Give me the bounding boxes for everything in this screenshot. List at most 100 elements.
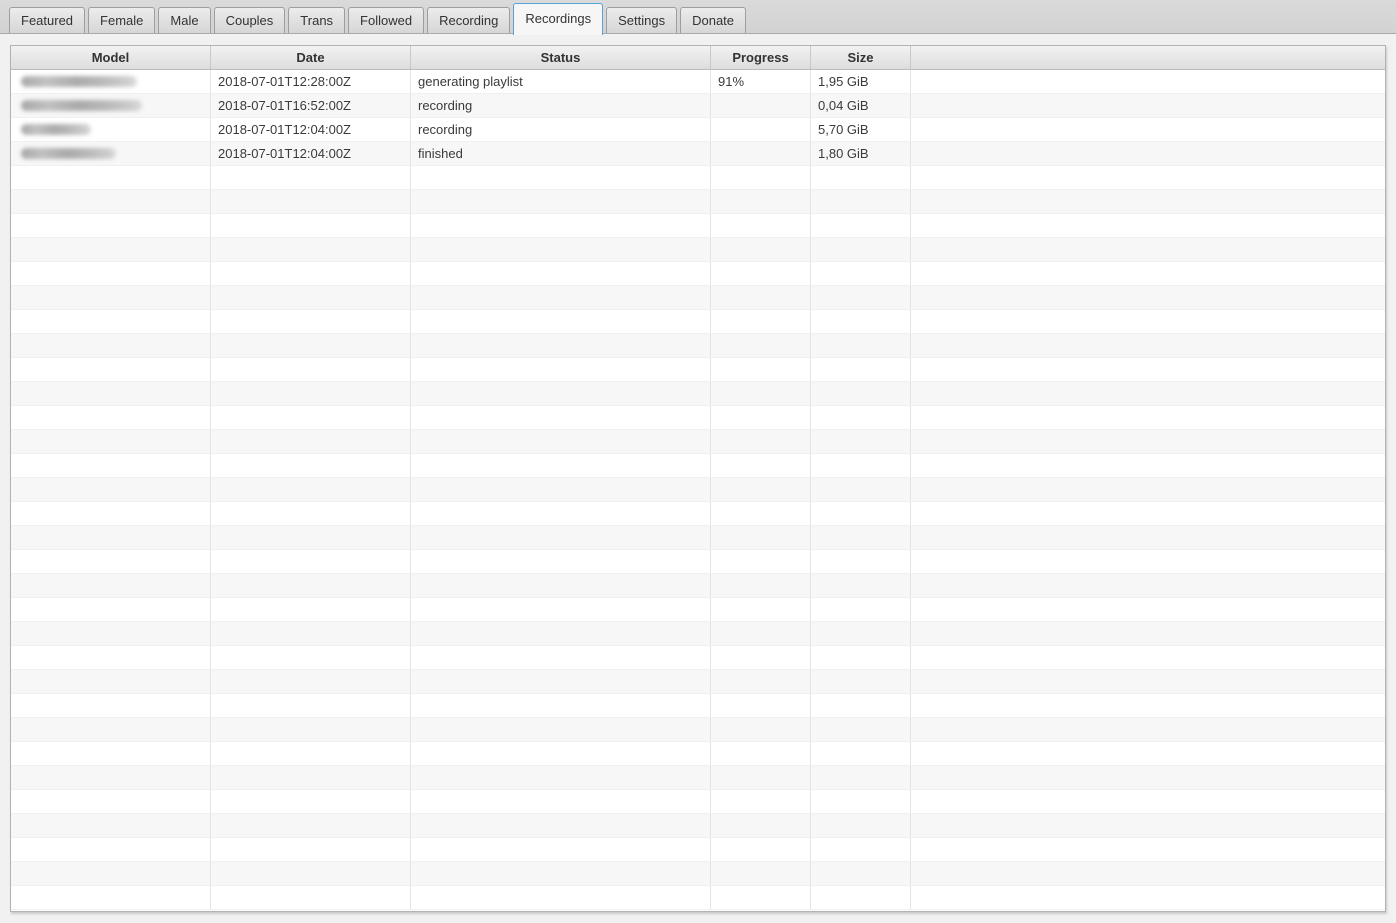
cell-model: [11, 454, 211, 477]
header-cell-date[interactable]: Date: [211, 46, 411, 69]
cell-status[interactable]: recording: [411, 94, 711, 117]
table-header-row: Model Date Status Progress Size: [11, 46, 1385, 70]
cell-status[interactable]: finished: [411, 142, 711, 165]
cell-size: [811, 358, 911, 381]
cell-size: [811, 670, 911, 693]
header-cell-model[interactable]: Model: [11, 46, 211, 69]
tab-settings[interactable]: Settings: [606, 7, 678, 33]
tab-couples[interactable]: Couples: [213, 7, 286, 33]
cell-model[interactable]: [11, 142, 211, 165]
cell-progress: [711, 526, 811, 549]
cell-size[interactable]: 5,70 GiB: [811, 118, 911, 141]
tab-featured[interactable]: Featured: [9, 7, 86, 33]
cell-date: [211, 838, 411, 861]
cell-size: [811, 478, 911, 501]
cell-status: [411, 310, 711, 333]
tab-trans[interactable]: Trans: [288, 7, 346, 33]
cell-model: [11, 382, 211, 405]
model-name-redacted: [21, 76, 137, 87]
cell-status: [411, 238, 711, 261]
table-row-empty: [11, 262, 1385, 286]
cell-date: [211, 454, 411, 477]
cell-status[interactable]: recording: [411, 118, 711, 141]
cell-size: [811, 862, 911, 885]
cell-date: [211, 670, 411, 693]
cell-filler: [911, 646, 1385, 669]
table-row[interactable]: 2018-07-01T12:04:00Z recording 5,70 GiB: [11, 118, 1385, 142]
cell-status: [411, 574, 711, 597]
cell-size: [811, 382, 911, 405]
cell-date: [211, 742, 411, 765]
tab-male[interactable]: Male: [158, 7, 211, 33]
cell-status: [411, 862, 711, 885]
header-cell-filler: [911, 46, 1385, 69]
header-cell-size[interactable]: Size: [811, 46, 911, 69]
cell-progress[interactable]: 91%: [711, 70, 811, 93]
cell-progress: [711, 454, 811, 477]
tab-recording[interactable]: Recording: [427, 7, 511, 33]
cell-date: [211, 574, 411, 597]
cell-model: [11, 790, 211, 813]
cell-model[interactable]: [11, 70, 211, 93]
cell-model[interactable]: [11, 94, 211, 117]
cell-date: [211, 550, 411, 573]
cell-date: [211, 262, 411, 285]
cell-size[interactable]: 1,95 GiB: [811, 70, 911, 93]
cell-model: [11, 286, 211, 309]
cell-filler: [911, 382, 1385, 405]
cell-status: [411, 694, 711, 717]
cell-date[interactable]: 2018-07-01T12:04:00Z: [211, 142, 411, 165]
cell-date: [211, 238, 411, 261]
cell-filler: [911, 166, 1385, 189]
cell-status[interactable]: generating playlist: [411, 70, 711, 93]
cell-filler: [911, 838, 1385, 861]
cell-filler: [911, 334, 1385, 357]
cell-progress: [711, 742, 811, 765]
cell-date[interactable]: 2018-07-01T16:52:00Z: [211, 94, 411, 117]
table-row[interactable]: 2018-07-01T12:28:00Z generating playlist 9…: [11, 70, 1385, 94]
cell-model: [11, 238, 211, 261]
cell-size: [811, 334, 911, 357]
cell-size[interactable]: 0,04 GiB: [811, 94, 911, 117]
cell-model[interactable]: [11, 118, 211, 141]
tab-female[interactable]: Female: [88, 7, 156, 33]
cell-filler: [911, 574, 1385, 597]
tab-recordings[interactable]: Recordings: [513, 3, 604, 35]
cell-date: [211, 622, 411, 645]
cell-status: [411, 718, 711, 741]
header-cell-progress[interactable]: Progress: [711, 46, 811, 69]
cell-date: [211, 214, 411, 237]
cell-model: [11, 646, 211, 669]
table-row-empty: [11, 238, 1385, 262]
table-row[interactable]: 2018-07-01T12:04:00Z finished 1,80 GiB: [11, 142, 1385, 166]
cell-date[interactable]: 2018-07-01T12:04:00Z: [211, 118, 411, 141]
cell-model: [11, 694, 211, 717]
tab-followed[interactable]: Followed: [348, 7, 425, 33]
cell-filler: [911, 286, 1385, 309]
table-row[interactable]: 2018-07-01T16:52:00Z recording 0,04 GiB: [11, 94, 1385, 118]
header-cell-status[interactable]: Status: [411, 46, 711, 69]
table-row-empty: [11, 718, 1385, 742]
cell-filler: [911, 790, 1385, 813]
cell-model: [11, 622, 211, 645]
cell-model: [11, 886, 211, 909]
cell-status: [411, 478, 711, 501]
cell-date[interactable]: 2018-07-01T12:28:00Z: [211, 70, 411, 93]
cell-filler: [911, 742, 1385, 765]
cell-status: [411, 166, 711, 189]
cell-progress[interactable]: [711, 142, 811, 165]
cell-filler: [911, 814, 1385, 837]
cell-size: [811, 574, 911, 597]
tab-donate[interactable]: Donate: [680, 7, 747, 33]
cell-size: [811, 814, 911, 837]
cell-progress[interactable]: [711, 118, 811, 141]
cell-size: [811, 286, 911, 309]
cell-progress[interactable]: [711, 94, 811, 117]
cell-status: [411, 406, 711, 429]
cell-progress: [711, 862, 811, 885]
cell-progress: [711, 262, 811, 285]
tab-bar: Featured Female Male Couples Trans Followed Re…: [0, 0, 1396, 35]
cell-size[interactable]: 1,80 GiB: [811, 142, 911, 165]
cell-progress: [711, 718, 811, 741]
table-row-empty: [11, 526, 1385, 550]
